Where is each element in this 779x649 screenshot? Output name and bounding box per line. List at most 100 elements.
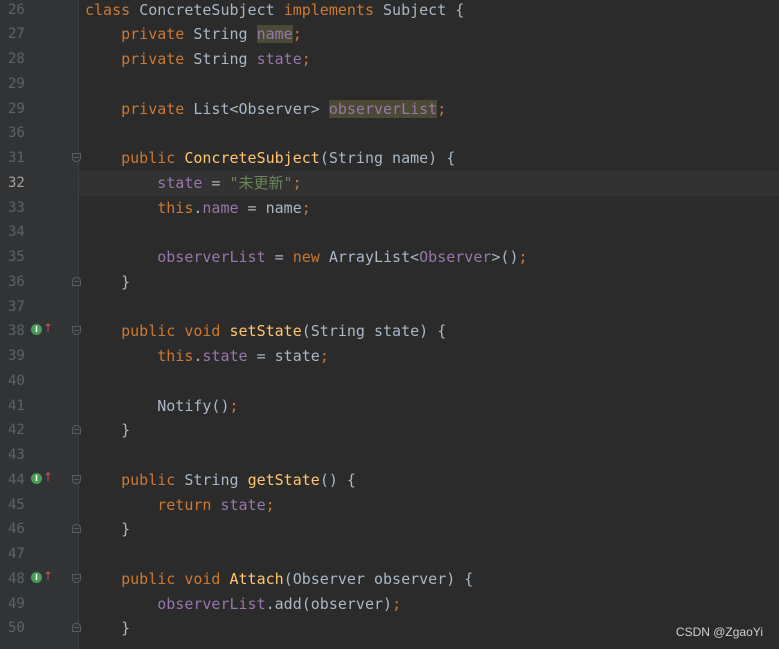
- gutter-row[interactable]: 29: [0, 72, 78, 97]
- code-line[interactable]: return state;: [79, 493, 779, 518]
- gutter-row[interactable]: 48 I ↑: [0, 567, 81, 592]
- gutter-row[interactable]: 49: [0, 592, 78, 617]
- line-number: 42: [8, 422, 25, 439]
- code-line[interactable]: private List<Observer> observerList;: [79, 97, 779, 122]
- line-number: 35: [8, 249, 25, 265]
- code-line[interactable]: }: [79, 418, 779, 443]
- code-text: }: [85, 418, 130, 443]
- gutter-row[interactable]: 45: [0, 493, 78, 518]
- gutter-row[interactable]: 35: [0, 245, 78, 270]
- line-number: 48: [8, 570, 25, 587]
- line-number-gutter[interactable]: 26 27 28 29 29 36 31 32 33 34 35 36 37 38 I ↑ 39 40 41 42 43…: [0, 0, 81, 649]
- gutter-row[interactable]: 41: [0, 394, 78, 419]
- implements-method-icon[interactable]: I: [31, 472, 42, 484]
- line-number: 33: [8, 199, 25, 216]
- code-line[interactable]: [79, 121, 779, 146]
- code-line[interactable]: [79, 443, 779, 468]
- line-number: 26: [8, 1, 25, 18]
- code-line[interactable]: [79, 72, 779, 97]
- gutter-row[interactable]: 46: [0, 517, 81, 542]
- gutter-row[interactable]: 31: [0, 146, 81, 171]
- gutter-row[interactable]: 43: [0, 443, 78, 468]
- code-token: getState: [247, 470, 320, 489]
- code-line[interactable]: [79, 220, 779, 245]
- code-line[interactable]: this.name = name;: [79, 196, 779, 221]
- gutter-row[interactable]: 36: [0, 121, 78, 146]
- code-token: class: [85, 0, 140, 19]
- code-text: state = "未更新";: [85, 171, 301, 196]
- line-number: 37: [8, 298, 25, 315]
- code-line[interactable]: }: [79, 616, 779, 641]
- gutter-row[interactable]: 32: [0, 171, 78, 196]
- code-token: observerList: [157, 248, 266, 266]
- line-number: 27: [8, 26, 25, 43]
- code-token: void: [184, 569, 230, 588]
- code-editor[interactable]: class ConcreteSubject implements Subject…: [79, 0, 779, 649]
- code-line[interactable]: Notify();: [79, 394, 779, 419]
- gutter-row[interactable]: 39: [0, 344, 78, 369]
- go-to-interface-arrow-icon[interactable]: ↑: [43, 470, 53, 484]
- code-token: List<Observer>: [193, 99, 329, 118]
- implements-method-icon[interactable]: I: [31, 324, 42, 336]
- gutter-row[interactable]: 36: [0, 270, 81, 295]
- go-to-interface-arrow-icon[interactable]: ↑: [43, 321, 53, 335]
- line-number: 46: [8, 521, 25, 538]
- code-token: observerList: [328, 99, 438, 118]
- implements-method-icon[interactable]: I: [31, 571, 42, 583]
- line-number: 32: [8, 174, 25, 191]
- gutter-row[interactable]: 28: [0, 47, 78, 72]
- code-line[interactable]: private String name;: [79, 22, 779, 47]
- code-text: private String name;: [85, 22, 302, 47]
- gutter-row[interactable]: 38 I ↑: [0, 319, 81, 344]
- code-line[interactable]: [79, 542, 779, 567]
- code-line[interactable]: public void setState(String state) {: [79, 319, 779, 344]
- code-token: "未更新": [229, 173, 293, 192]
- code-text: class ConcreteSubject implements Subject…: [85, 0, 464, 22]
- gutter-row[interactable]: 33: [0, 196, 78, 221]
- line-number: 28: [8, 51, 25, 67]
- code-text: this.state = state;: [85, 344, 329, 369]
- code-token: >(): [491, 248, 519, 266]
- code-line[interactable]: public String getState() {: [79, 468, 779, 493]
- code-line[interactable]: observerList.add(observer);: [79, 592, 779, 617]
- code-line[interactable]: [79, 369, 779, 394]
- code-line[interactable]: [79, 295, 779, 320]
- code-line[interactable]: }: [79, 517, 779, 542]
- code-token: public: [121, 569, 185, 588]
- code-token: String: [193, 25, 257, 44]
- code-line[interactable]: this.state = state;: [79, 344, 779, 369]
- code-text: public ConcreteSubject(String name) {: [85, 146, 455, 171]
- code-token: private: [121, 25, 194, 44]
- code-token: state: [202, 347, 248, 365]
- gutter-row[interactable]: 34: [0, 220, 78, 245]
- gutter-row[interactable]: 29: [0, 97, 78, 122]
- code-token: private: [121, 50, 194, 68]
- code-token: state: [256, 50, 302, 68]
- gutter-row[interactable]: 44 I ↑: [0, 468, 81, 493]
- gutter-row[interactable]: 26: [0, 0, 78, 22]
- go-to-interface-arrow-icon[interactable]: ↑: [43, 569, 53, 583]
- gutter-row[interactable]: 42: [0, 418, 81, 443]
- code-token: this: [157, 347, 194, 365]
- code-line[interactable]: observerList = new ArrayList<Observer>()…: [79, 245, 779, 270]
- code-line[interactable]: private String state;: [79, 47, 779, 72]
- code-token: }: [85, 272, 131, 291]
- gutter-row[interactable]: 40: [0, 369, 78, 394]
- code-token: Attach: [229, 569, 284, 588]
- code-token: void: [184, 322, 230, 341]
- code-token: state: [220, 495, 266, 514]
- line-number: 36: [8, 273, 25, 290]
- gutter-row[interactable]: 50: [0, 616, 81, 641]
- code-line[interactable]: class ConcreteSubject implements Subject…: [79, 0, 779, 22]
- gutter-row[interactable]: 27: [0, 22, 78, 47]
- code-line[interactable]: public void Attach(Observer observer) {: [79, 567, 779, 592]
- code-line[interactable]: public ConcreteSubject(String name) {: [79, 146, 779, 171]
- code-line[interactable]: state = "未更新";: [79, 170, 779, 196]
- code-line[interactable]: }: [79, 270, 779, 295]
- gutter-row[interactable]: 47: [0, 542, 78, 567]
- gutter-row[interactable]: 37: [0, 295, 78, 320]
